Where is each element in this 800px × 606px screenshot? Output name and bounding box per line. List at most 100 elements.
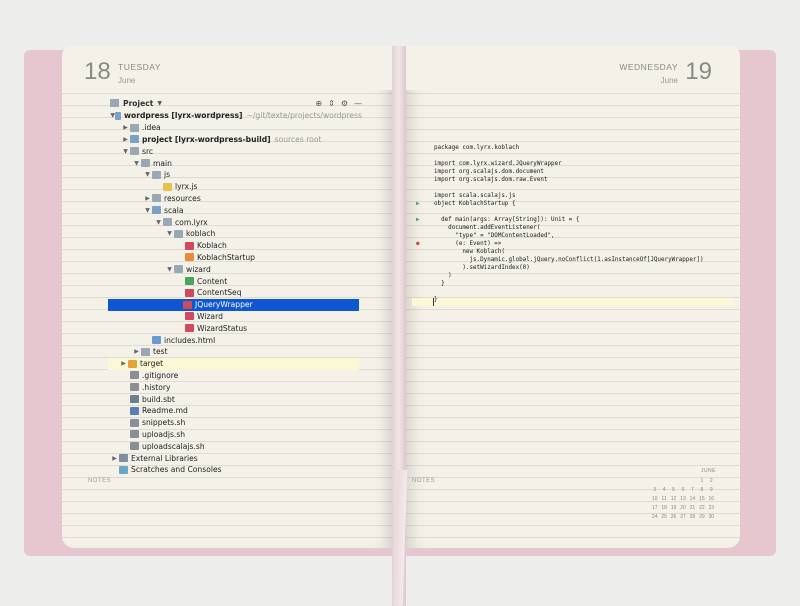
tree-item[interactable]: uploadscalajs.sh [110,440,362,452]
code-line: ▶ object KoblachStartup { [412,200,732,208]
tree-item[interactable]: lyrx.js [110,181,362,193]
left-month: June [118,76,136,85]
tree-item[interactable]: ▼ wizard [110,263,362,275]
tree-item-label: uploadscalajs.sh [142,441,205,451]
code-text: package com.lyrx.koblach [434,145,520,151]
file-scala-icon [185,324,194,333]
tree-item-label: KoblachStartup [197,252,256,262]
collapse-icon[interactable]: ⇕ [328,99,335,108]
expanded-arrow-icon[interactable]: ▼ [165,266,174,273]
code-text: import scala.scalajs.js [434,193,516,199]
tree-item[interactable]: ▼ scala [110,204,362,216]
tree-item-label: test [153,347,168,357]
code-line: } [412,296,732,304]
folder-icon [163,218,172,227]
tree-item-label: .history [142,382,171,392]
tree-item[interactable]: WizardStatus [110,322,362,334]
collapsed-arrow-icon[interactable]: ▶ [143,195,152,202]
expanded-arrow-icon[interactable]: ▼ [165,230,174,237]
code-editor[interactable]: package com.lyrx.koblach import com.lyrx.… [412,144,732,304]
breakpoint-icon[interactable]: ● [416,240,430,248]
tree-item[interactable]: Scratches and Consoles [110,464,362,476]
tree-item-label: Content [197,276,228,286]
run-gutter-icon[interactable]: ▶ [416,200,430,208]
tree-item[interactable]: ▶ .idea [110,122,362,134]
calendar-day: 22 [699,505,705,511]
tree-item[interactable]: ▶ resources [110,193,362,205]
code-line: ▶ def main(args: Array[String]): Unit = … [412,216,732,224]
code-text: ) [434,273,452,279]
project-view-selector[interactable]: Project [123,99,153,108]
expanded-arrow-icon[interactable]: ▼ [132,160,141,167]
calendar-day: 15 [699,496,705,502]
tree-item-label: .idea [142,123,161,133]
left-weekday: TUESDAY [118,62,162,72]
calendar-day: 21 [689,505,696,511]
calendar-day: 10 [651,496,658,502]
expanded-arrow-icon[interactable]: ▼ [143,207,152,214]
tree-item[interactable]: Wizard [110,311,362,323]
expanded-arrow-icon[interactable]: ▼ [143,171,152,178]
calendar-day: 8 [700,487,704,493]
collapsed-arrow-icon[interactable]: ▶ [110,455,119,462]
calendar-day [678,478,687,484]
folder-icon [174,265,183,274]
tree-item[interactable]: .gitignore [110,370,362,382]
tree-item[interactable]: .history [110,381,362,393]
tree-item[interactable]: ▼ com.lyrx [110,216,362,228]
tree-item[interactable]: KoblachStartup [110,252,362,264]
tree-item[interactable]: ▼ src [110,145,362,157]
file-scratch-icon [119,465,128,474]
calendar-day [669,478,678,484]
expanded-arrow-icon[interactable]: ▼ [154,219,163,226]
tree-item[interactable]: ▼ wordpress [lyrx-wordpress] ~/git/texte/p… [110,110,362,122]
tree-item[interactable]: JQueryWrapper [108,298,359,311]
expanded-arrow-icon[interactable]: ▼ [121,148,130,155]
code-text: "type" = "DOMContentLoaded", [434,233,555,239]
mini-calendar-grid: 1 2 3 4 5 6 7 8 9 10 11 12 13 14 15 16 17 18 19 20 21 22 23 24 2… [650,478,716,520]
tree-item[interactable]: Koblach [110,240,362,252]
code-line: import org.scalajs.dom.raw.Event [412,176,732,184]
collapsed-arrow-icon[interactable]: ▶ [119,360,128,367]
file-md-icon [130,406,139,415]
collapsed-arrow-icon[interactable]: ▶ [121,136,130,143]
tree-item[interactable]: ▼ main [110,157,362,169]
code-text: ).setWizardIndex(0) [434,265,530,271]
tree-item[interactable]: Content [110,275,362,287]
tree-item[interactable]: ▶ test [110,346,362,358]
file-sh-icon [130,442,139,451]
tree-item[interactable]: build.sbt [110,393,362,405]
folder-icon [130,123,139,132]
file-scala-icon [185,241,194,250]
tree-item[interactable]: ContentSeq [110,287,362,299]
tree-item[interactable]: Readme.md [110,405,362,417]
file-sbt-icon [130,395,139,404]
tree-item[interactable]: uploadjs.sh [110,429,362,441]
calendar-day: 29 [699,514,705,520]
tree-item[interactable]: snippets.sh [110,417,362,429]
tree-item[interactable]: ▶ target [108,357,359,370]
chevron-down-icon[interactable]: ▼ [157,100,162,107]
tree-item[interactable]: ▶ project [lyrx-wordpress-build] sources r… [110,134,362,146]
tree-item-label: WizardStatus [197,323,248,333]
project-tool-header: Project ▼ ⊕ ⇕ ⚙ — [110,97,362,109]
tree-item[interactable]: includes.html [110,334,362,346]
tree-item[interactable]: ▶ External Libraries [110,452,362,464]
code-line: ) [412,272,732,280]
code-line: import com.lyrx.wizard.JQueryWrapper [412,160,732,168]
calendar-day: 7 [691,487,694,493]
minimize-icon[interactable]: — [354,99,362,108]
collapsed-arrow-icon[interactable]: ▶ [121,124,130,131]
collapsed-arrow-icon[interactable]: ▶ [132,348,141,355]
gear-icon[interactable]: ⚙ [341,99,348,108]
run-gutter-icon[interactable]: ▶ [416,216,430,224]
code-line: js.Dynamic.global.jQuery.noConflict(1.as… [412,256,732,264]
file-scala-icon [185,312,194,321]
calendar-day: 17 [651,505,658,511]
calendar-day: 5 [672,487,675,493]
code-lines: package com.lyrx.koblach import com.lyrx.… [412,144,732,304]
tree-item[interactable]: ▼ js [110,169,362,181]
tree-item[interactable]: ▼ koblach [110,228,362,240]
tree-item-label: includes.html [164,335,216,345]
target-icon[interactable]: ⊕ [315,99,322,108]
